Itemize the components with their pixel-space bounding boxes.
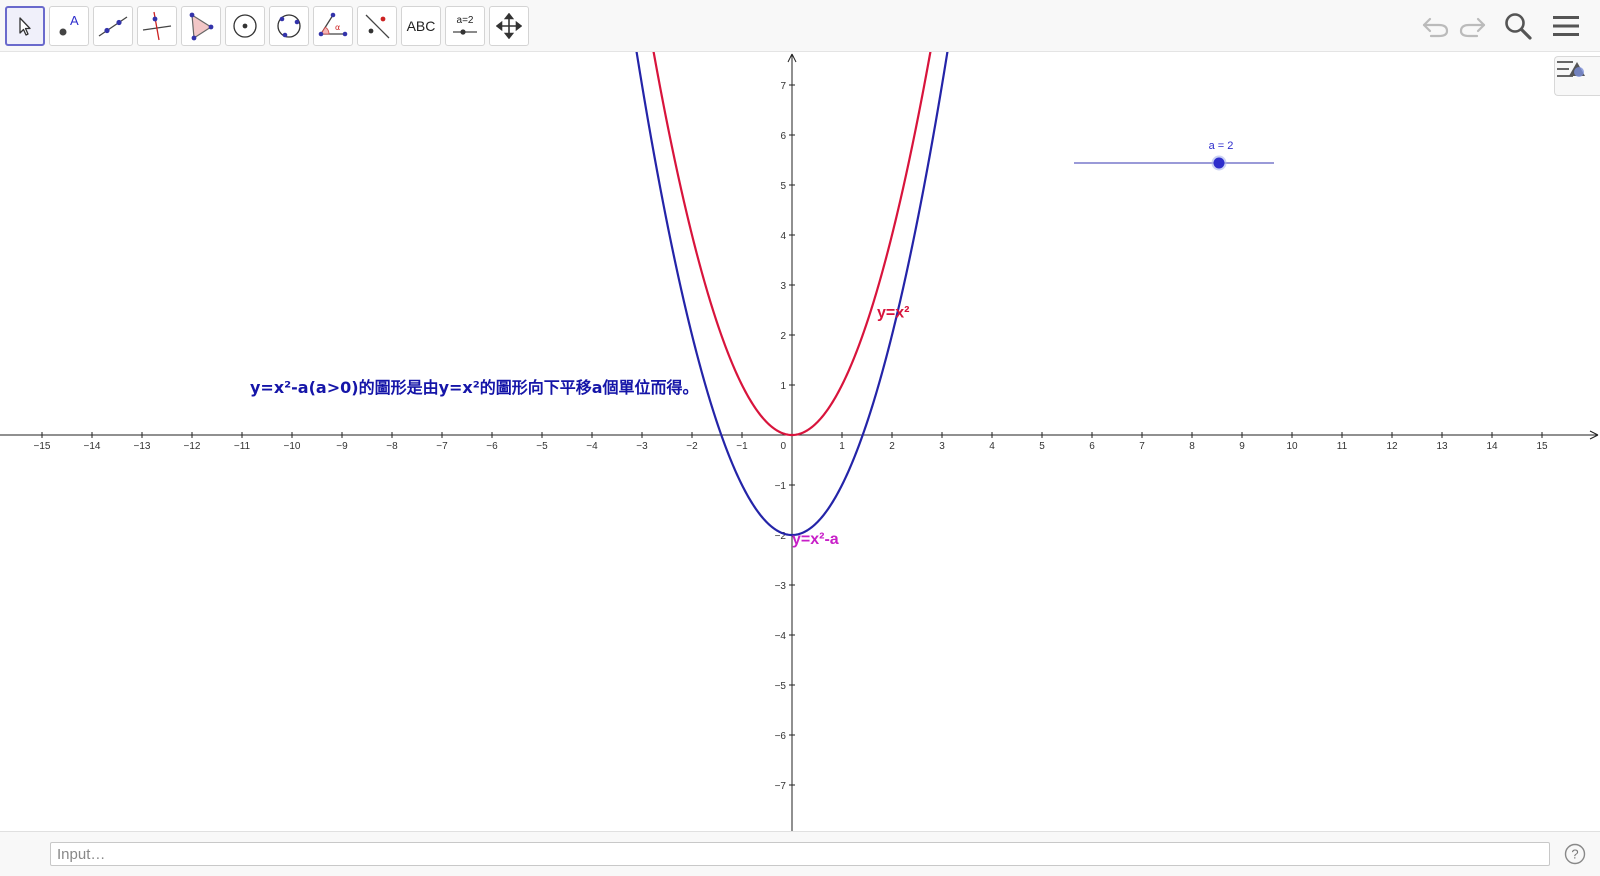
x-tick-label: −15 xyxy=(34,441,51,452)
x-tick-label: 13 xyxy=(1436,441,1448,452)
line-through-points-icon xyxy=(98,16,128,37)
x-tick-label: 7 xyxy=(1139,441,1145,452)
point-tool[interactable]: A xyxy=(49,6,89,46)
svg-text:?: ? xyxy=(1571,847,1578,862)
x-tick-label: 3 xyxy=(939,441,945,452)
x-tick-label: −8 xyxy=(386,441,398,452)
text-tool-label: ABC xyxy=(406,18,436,34)
redo-icon xyxy=(1459,17,1486,38)
y-tick-label: −5 xyxy=(775,681,787,692)
x-tick-label: −14 xyxy=(84,441,101,452)
circle-three-points-icon xyxy=(277,14,301,38)
y-tick-label: 2 xyxy=(780,331,786,342)
y-tick-label: 1 xyxy=(780,381,786,392)
x-tick-label: −10 xyxy=(284,441,301,452)
search-button[interactable] xyxy=(1500,8,1536,44)
arrow-cursor-icon xyxy=(19,17,31,36)
slider-icon: a=2 xyxy=(453,15,477,35)
y-tick-label: −7 xyxy=(775,781,787,792)
y-tick-label: 7 xyxy=(780,81,786,92)
question-mark-icon: ? xyxy=(1564,843,1586,865)
text-tool[interactable]: ABC xyxy=(401,6,441,46)
point-icon: A xyxy=(59,13,79,36)
x-tick-label: −9 xyxy=(336,441,348,452)
input-bar: ? xyxy=(0,831,1600,876)
polygon-tool[interactable] xyxy=(181,6,221,46)
x-tick-label: 11 xyxy=(1337,441,1348,452)
x-tick-label: 4 xyxy=(989,441,995,452)
perpendicular-line-icon xyxy=(142,11,172,41)
origin-label: 0 xyxy=(780,441,786,452)
algebra-input-field[interactable] xyxy=(50,842,1550,866)
curve-label-y-equals-x-squared: y=x² xyxy=(877,305,909,322)
redo-button[interactable] xyxy=(1454,8,1490,44)
graphics-style-icon xyxy=(1557,61,1585,77)
slider-label: a = 2 xyxy=(1209,140,1234,152)
undo-icon xyxy=(1422,17,1449,38)
style-bar-toggle-button[interactable] xyxy=(1554,56,1600,96)
curve-labels: y=x² y=x²-a xyxy=(792,305,909,549)
x-tick-label: 9 xyxy=(1239,441,1245,452)
perpendicular-line-tool[interactable] xyxy=(137,6,177,46)
y-tick-label: 3 xyxy=(780,281,786,292)
x-tick-label: −3 xyxy=(636,441,648,452)
menu-button[interactable] xyxy=(1548,8,1584,44)
undo-button[interactable] xyxy=(1418,8,1454,44)
slider-knob[interactable] xyxy=(1213,157,1225,169)
x-tick-label: 6 xyxy=(1089,441,1095,452)
graphics-view[interactable]: −15 −14 −13 −12 −11 −10 −9 −8 −7 −6 −5 −4 −3 −2 −1 1 2 3 4… xyxy=(0,52,1600,831)
reflect-about-line-icon xyxy=(365,14,390,39)
hamburger-menu-icon xyxy=(1553,16,1579,36)
y-tick-label: −3 xyxy=(775,581,787,592)
x-tick-label: 2 xyxy=(889,441,895,452)
angle-icon: α xyxy=(318,12,348,37)
description-text: y=x²-a(a>0)的圖形是由y=x²的圖形向下平移a個單位而得。 xyxy=(250,378,699,397)
x-tick-label: 8 xyxy=(1189,441,1195,452)
axes: −15 −14 −13 −12 −11 −10 −9 −8 −7 −6 −5 −4 −3 −2 −1 1 2 3 4… xyxy=(0,53,1599,831)
geogebra-app: A α ABC a=2 −15 −14 −13 −12 −11 −10 −9 −… xyxy=(0,0,1600,876)
circle-three-points-tool[interactable] xyxy=(269,6,309,46)
y-tick-label: −6 xyxy=(775,731,787,742)
circle-center-icon xyxy=(233,14,257,38)
x-tick-label: 5 xyxy=(1039,441,1045,452)
curve-label-y-equals-x-squared-minus-a: y=x²-a xyxy=(792,531,839,548)
slider-a[interactable]: a = 2 xyxy=(1074,140,1274,171)
y-tick-label: −4 xyxy=(775,631,787,642)
y-tick-label: 5 xyxy=(780,181,786,192)
slider-tool-label: a=2 xyxy=(457,15,474,26)
y-tick-label: 4 xyxy=(780,231,786,242)
x-tick-label: −4 xyxy=(586,441,598,452)
move-graphics-view-tool[interactable] xyxy=(489,6,529,46)
x-tick-label: −2 xyxy=(686,441,698,452)
line-tool[interactable] xyxy=(93,6,133,46)
x-tick-label: −6 xyxy=(486,441,498,452)
move-arrows-icon xyxy=(496,13,522,39)
polygon-icon xyxy=(189,12,214,41)
slider-tool[interactable]: a=2 xyxy=(445,6,485,46)
point-tool-label: A xyxy=(70,13,79,28)
x-tick-label: 12 xyxy=(1386,441,1398,452)
x-tick-label: −1 xyxy=(736,441,748,452)
x-tick-label: −5 xyxy=(536,441,548,452)
x-tick-label: −13 xyxy=(134,441,151,452)
move-tool[interactable] xyxy=(5,6,45,46)
help-icon[interactable]: ? xyxy=(1564,843,1586,865)
x-tick-label: 14 xyxy=(1486,441,1498,452)
toolbar: A α ABC a=2 xyxy=(0,0,1600,52)
reflect-tool[interactable] xyxy=(357,6,397,46)
circle-center-point-tool[interactable] xyxy=(225,6,265,46)
y-tick-label: −1 xyxy=(775,481,787,492)
x-tick-label: −12 xyxy=(184,441,201,452)
x-tick-label: 1 xyxy=(839,441,845,452)
x-tick-label: 15 xyxy=(1536,441,1548,452)
angle-tool[interactable]: α xyxy=(313,6,353,46)
x-tick-label: 10 xyxy=(1286,441,1298,452)
x-tick-label: −7 xyxy=(436,441,448,452)
coordinate-plane[interactable]: −15 −14 −13 −12 −11 −10 −9 −8 −7 −6 −5 −4 −3 −2 −1 1 2 3 4… xyxy=(0,52,1600,831)
search-icon xyxy=(1505,13,1532,40)
y-tick-label: 6 xyxy=(780,131,786,142)
x-tick-label: −11 xyxy=(234,441,251,452)
angle-tool-label: α xyxy=(335,23,340,32)
